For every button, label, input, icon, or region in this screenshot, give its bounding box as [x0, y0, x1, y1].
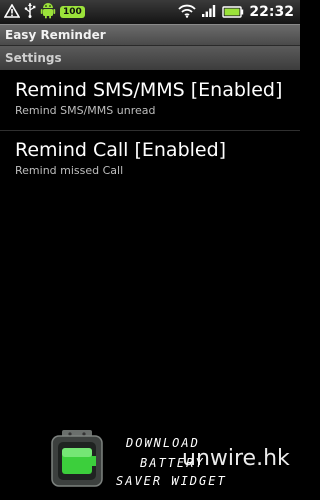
- remind-call-preference[interactable]: Remind Call [Enabled] Remind missed Call: [0, 138, 300, 190]
- android-icon: [40, 1, 56, 23]
- usb-icon: [24, 2, 36, 22]
- category-label: Settings: [5, 51, 62, 65]
- preference-summary: Remind SMS/MMS unread: [15, 104, 156, 117]
- battery-widget-icon[interactable]: [44, 430, 110, 494]
- warning-icon: [3, 2, 21, 22]
- settings-category-header: Settings: [0, 46, 300, 70]
- preference-title: Remind Call [Enabled]: [15, 139, 227, 161]
- preference-title: Remind SMS/MMS [Enabled]: [15, 79, 283, 101]
- watermark: unwire.hk: [182, 446, 290, 471]
- banner-widget-text: SAVER WIDGET: [116, 474, 227, 488]
- battery-level-badge: 100: [60, 6, 85, 18]
- status-clock: 22:32: [249, 4, 294, 20]
- app-title: Easy Reminder: [5, 28, 106, 42]
- status-bar: 100 22:32: [0, 0, 300, 24]
- remind-sms-mms-preference[interactable]: Remind SMS/MMS [Enabled] Remind SMS/MMS …: [0, 78, 300, 131]
- preference-summary: Remind missed Call: [15, 164, 124, 177]
- battery-icon: [222, 3, 244, 22]
- wifi-icon: [178, 3, 197, 22]
- app-title-bar: Easy Reminder: [0, 24, 300, 46]
- signal-icon: [201, 3, 217, 22]
